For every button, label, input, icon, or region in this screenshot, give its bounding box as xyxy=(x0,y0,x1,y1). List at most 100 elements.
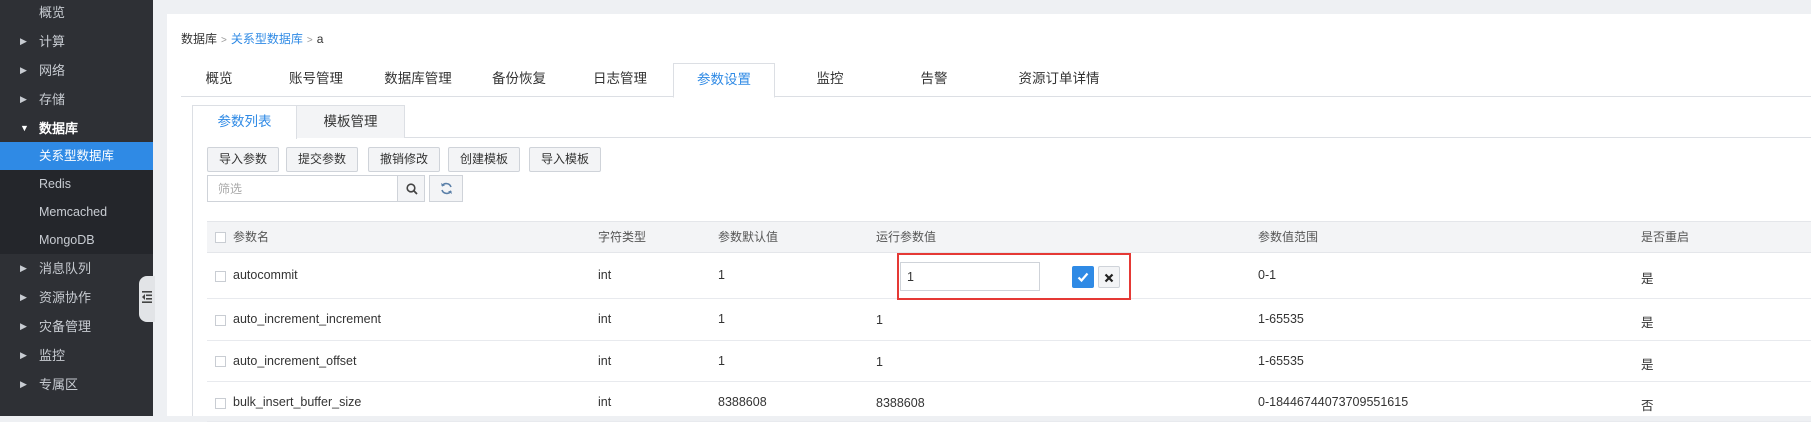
import-template-button[interactable]: 导入模板 xyxy=(529,147,601,172)
param-type: int xyxy=(598,395,612,409)
param-running-value[interactable]: 1 xyxy=(876,355,883,369)
column-header-name[interactable]: 参数名 xyxy=(233,222,269,253)
sidebar-item-storage[interactable]: ▶ 存储 xyxy=(0,85,153,114)
row-checkbox[interactable] xyxy=(215,315,226,326)
param-restart: 是 xyxy=(1641,272,1654,286)
sidebar-item-resource-collab[interactable]: ▶ 资源协作 xyxy=(0,283,153,312)
sidebar-subitem-label: 关系型数据库 xyxy=(39,149,115,163)
table-header: 参数名 字符类型 参数默认值 运行参数值 参数值范围 是否重启 xyxy=(207,221,1811,253)
caret-right-icon: ▶ xyxy=(20,263,27,273)
subtab-param-list[interactable]: 参数列表 xyxy=(193,105,297,139)
sidebar-subitem-label: Memcached xyxy=(39,205,108,219)
sidebar-item-network[interactable]: ▶ 网络 xyxy=(0,56,153,85)
breadcrumb-separator: > xyxy=(221,35,227,46)
caret-right-icon: ▶ xyxy=(20,321,27,331)
subtab-template-mgmt[interactable]: 模板管理 xyxy=(297,105,405,138)
search-button[interactable] xyxy=(397,175,425,202)
sidebar-subitem-relational-db[interactable]: 关系型数据库 xyxy=(0,142,153,170)
column-header-type[interactable]: 字符类型 xyxy=(598,222,646,253)
confirm-edit-button[interactable] xyxy=(1072,266,1094,288)
param-running-value[interactable]: 8388608 xyxy=(876,396,925,410)
param-type: int xyxy=(598,312,612,326)
param-running-value[interactable]: 1 xyxy=(876,313,883,327)
caret-right-icon: ▶ xyxy=(20,36,27,46)
breadcrumb-separator: > xyxy=(306,35,313,46)
column-header-running[interactable]: 运行参数值 xyxy=(876,222,936,253)
tab-backup[interactable]: 备份恢复 xyxy=(474,63,564,97)
cancel-edit-button[interactable] xyxy=(1098,266,1120,288)
sidebar-collapse-handle[interactable] xyxy=(139,276,155,322)
sidebar-item-dedicated-zone[interactable]: ▶ 专属区 xyxy=(0,370,153,399)
sidebar-item-disaster-recovery[interactable]: ▶ 灾备管理 xyxy=(0,312,153,341)
param-default: 1 xyxy=(718,312,725,326)
sidebar-subitem-redis[interactable]: Redis xyxy=(0,170,153,198)
sidebar: 概览 ▶ 计算 ▶ 网络 ▶ 存储 ▼ 数据库 关系型数据库 Redis Mem… xyxy=(0,0,153,416)
breadcrumb: 数据库 > 关系型数据库 > a xyxy=(181,30,323,47)
param-name: auto_increment_offset xyxy=(233,354,357,368)
table-row[interactable]: bulk_insert_buffer_size int 8388608 8388… xyxy=(207,382,1811,422)
sidebar-item-label: 消息队列 xyxy=(39,261,92,276)
sidebar-item-label: 监控 xyxy=(39,348,66,363)
refresh-button[interactable] xyxy=(429,175,463,202)
search-icon xyxy=(406,183,418,198)
row-checkbox[interactable] xyxy=(215,356,226,367)
undo-changes-button[interactable]: 撤销修改 xyxy=(368,147,440,172)
filter-field xyxy=(207,175,398,202)
row-checkbox[interactable] xyxy=(215,398,226,409)
filter-input[interactable] xyxy=(208,176,393,201)
tab-databases[interactable]: 数据库管理 xyxy=(369,63,467,97)
tab-alarm[interactable]: 告警 xyxy=(885,63,983,97)
param-default: 1 xyxy=(718,268,725,282)
tab-logs[interactable]: 日志管理 xyxy=(572,63,668,97)
param-name: autocommit xyxy=(233,268,298,282)
caret-right-icon: ▶ xyxy=(20,65,27,75)
param-default: 1 xyxy=(718,354,725,368)
caret-down-icon: ▼ xyxy=(20,123,29,133)
breadcrumb-parent[interactable]: 关系型数据库 xyxy=(231,32,303,46)
tab-overview[interactable]: 概览 xyxy=(181,63,257,97)
table-row[interactable]: auto_increment_increment int 1 1 1-65535… xyxy=(207,299,1811,341)
select-all-checkbox[interactable] xyxy=(215,232,226,243)
subtabs: 参数列表 模板管理 xyxy=(193,105,1811,139)
column-header-restart[interactable]: 是否重启 xyxy=(1641,222,1689,253)
sidebar-item-label: 概览 xyxy=(39,5,66,20)
collapse-menu-icon xyxy=(142,291,152,303)
breadcrumb-current: a xyxy=(316,32,324,46)
param-type: int xyxy=(598,268,612,282)
caret-right-icon: ▶ xyxy=(20,350,27,360)
tab-params[interactable]: 参数设置 xyxy=(673,63,775,98)
tab-accounts[interactable]: 账号管理 xyxy=(273,63,359,97)
breadcrumb-root[interactable]: 数据库 xyxy=(181,32,217,46)
param-range: 0-18446744073709551615 xyxy=(1258,395,1409,409)
sidebar-item-database[interactable]: ▼ 数据库 xyxy=(0,114,153,143)
sidebar-subitem-memcached[interactable]: Memcached xyxy=(0,198,153,226)
caret-right-icon: ▶ xyxy=(20,292,27,302)
table-row[interactable]: auto_increment_offset int 1 1 1-65535 是 xyxy=(207,341,1811,382)
sidebar-item-compute[interactable]: ▶ 计算 xyxy=(0,27,153,56)
row-checkbox[interactable] xyxy=(215,271,226,282)
running-value-input[interactable] xyxy=(900,262,1040,291)
param-name: auto_increment_increment xyxy=(233,312,381,326)
param-restart: 是 xyxy=(1641,358,1654,372)
column-header-default[interactable]: 参数默认值 xyxy=(718,222,778,253)
param-range: 0-1 xyxy=(1258,268,1277,282)
sidebar-item-message-queue[interactable]: ▶ 消息队列 xyxy=(0,254,153,283)
close-icon xyxy=(1104,272,1114,286)
tab-order-details[interactable]: 资源订单详情 xyxy=(996,63,1122,97)
sidebar-subitem-mongodb[interactable]: MongoDB xyxy=(0,226,153,254)
caret-right-icon: ▶ xyxy=(20,379,27,389)
submit-params-button[interactable]: 提交参数 xyxy=(286,147,358,172)
sidebar-item-overview[interactable]: 概览 xyxy=(0,0,153,27)
sidebar-subitem-label: Redis xyxy=(39,177,71,191)
create-template-button[interactable]: 创建模板 xyxy=(448,147,520,172)
param-default: 8388608 xyxy=(718,395,767,409)
tab-monitor[interactable]: 监控 xyxy=(781,63,879,97)
main-tabs: 概览 账号管理 数据库管理 备份恢复 日志管理 参数设置 监控 告警 资源订单详… xyxy=(181,63,1811,98)
sidebar-item-monitor[interactable]: ▶ 监控 xyxy=(0,341,153,370)
sidebar-item-label: 资源协作 xyxy=(39,290,92,305)
param-restart: 是 xyxy=(1641,316,1654,330)
import-params-button[interactable]: 导入参数 xyxy=(207,147,279,172)
refresh-icon xyxy=(440,182,453,198)
caret-right-icon: ▶ xyxy=(20,94,27,104)
column-header-range[interactable]: 参数值范围 xyxy=(1258,222,1318,253)
